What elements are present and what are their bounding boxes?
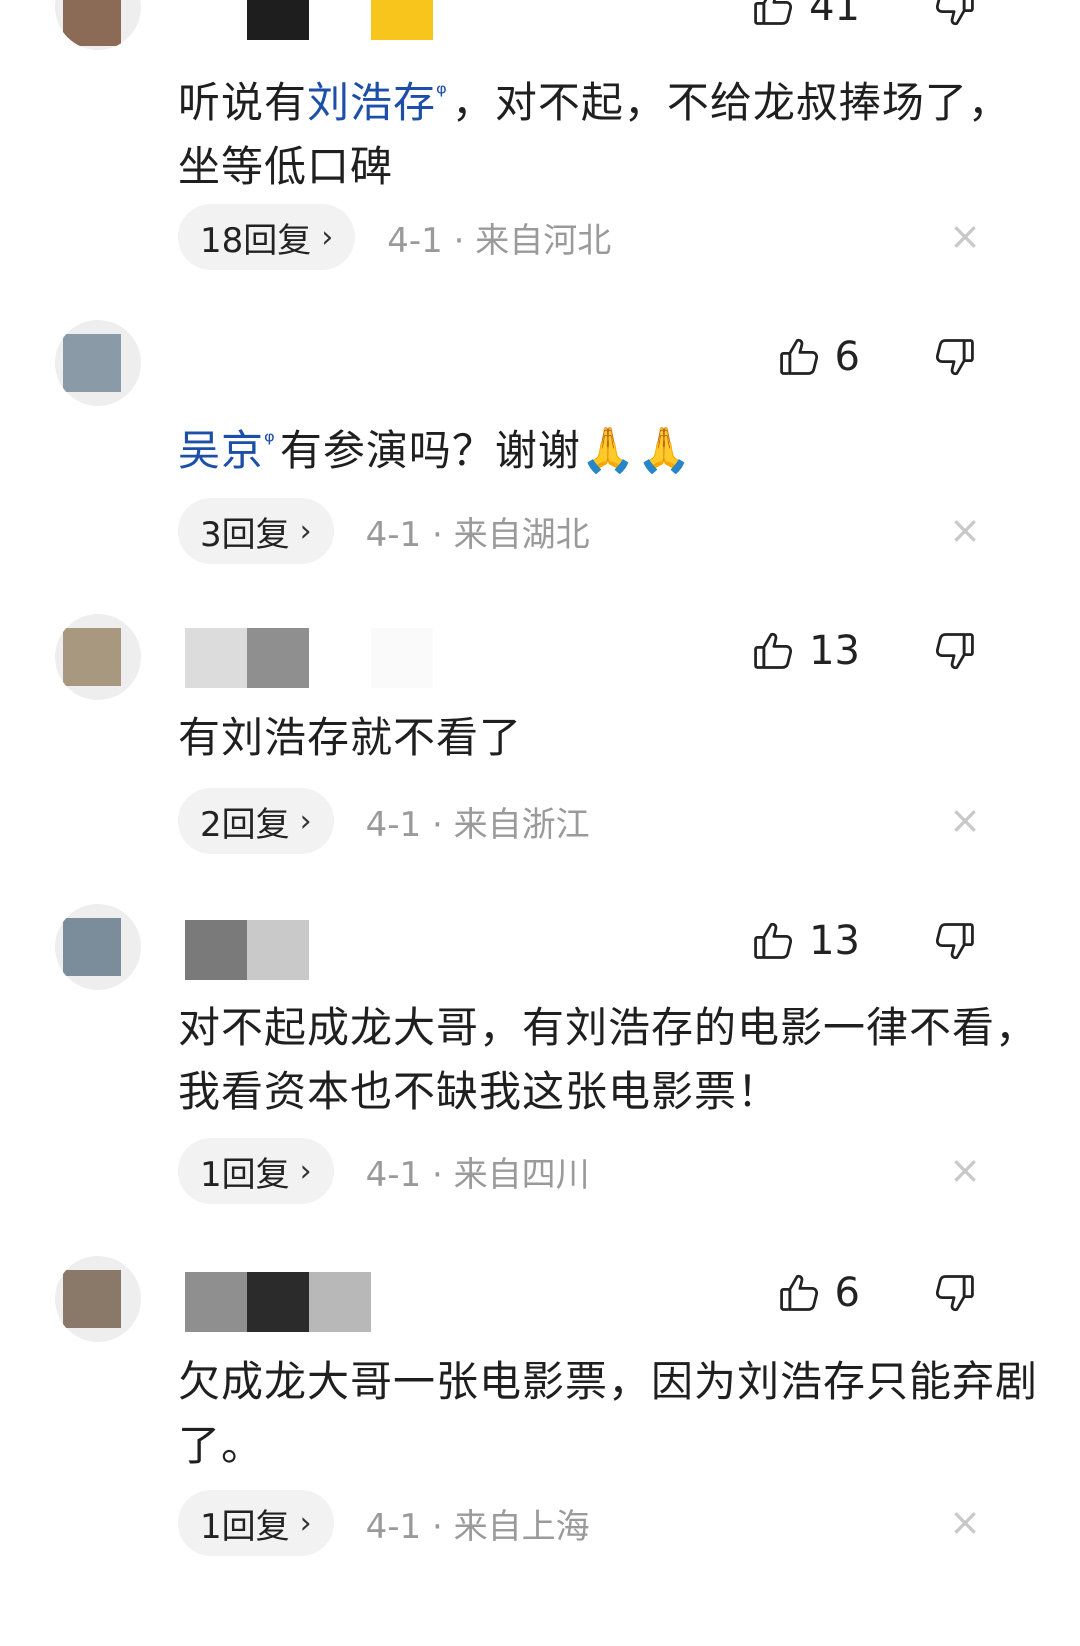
comment-text: 吴京ᵠ有参演吗？谢谢🙏🙏: [178, 410, 1038, 483]
replies-button[interactable]: 2回复 ›: [178, 788, 334, 854]
thumbs-up-icon: [751, 0, 795, 29]
comment-text: 欠成龙大哥一张电影票，因为刘浩存只能弃剧了。: [178, 1357, 1039, 1470]
username-redacted[interactable]: [185, 920, 309, 980]
dislike-button[interactable]: [930, 916, 980, 966]
chevron-right-icon: ›: [299, 513, 312, 549]
comment-meta: 1回复 › 4-1 · 来自上海: [178, 1490, 590, 1556]
username-redacted[interactable]: [185, 0, 433, 40]
thumbs-down-icon: [933, 629, 977, 673]
comment-text: 对不起成龙大哥，有刘浩存的电影一律不看，我看资本也不缺我这张电影票！: [178, 1003, 1039, 1116]
comment-text: 听说有刘浩存ᵠ，对不起，不给龙叔捧场了，坐等低口碑: [178, 78, 1011, 191]
dislike-button[interactable]: [930, 1268, 980, 1318]
pray-hands-emoji: 🙏🙏: [580, 425, 693, 476]
close-icon[interactable]: ×: [945, 798, 985, 842]
chevron-right-icon: ›: [299, 803, 312, 839]
thumbs-up-icon: [777, 1271, 821, 1315]
mention-link[interactable]: 吴京ᵠ: [178, 426, 280, 475]
thumbs-down-icon: [933, 919, 977, 963]
like-button[interactable]: 6: [777, 332, 860, 382]
replies-button[interactable]: 1回复 ›: [178, 1138, 334, 1204]
thumbs-up-icon: [751, 629, 795, 673]
dislike-button[interactable]: [930, 626, 980, 676]
close-icon[interactable]: ×: [945, 1148, 985, 1192]
comment-text: 有刘浩存就不看了: [178, 713, 523, 762]
search-icon: ᵠ: [436, 79, 448, 109]
avatar[interactable]: [55, 1256, 141, 1342]
like-button[interactable]: 13: [751, 916, 860, 966]
comment-meta: 3回复 › 4-1 · 来自湖北: [178, 498, 590, 564]
username-redacted[interactable]: [185, 628, 433, 688]
like-button[interactable]: 6: [777, 1268, 860, 1318]
avatar[interactable]: [55, 0, 141, 50]
date-location: 4-1 · 来自上海: [365, 1506, 590, 1547]
date-location: 4-1 · 来自河北: [387, 220, 612, 261]
close-icon[interactable]: ×: [945, 508, 985, 552]
avatar[interactable]: [55, 904, 141, 990]
date-location: 4-1 · 来自湖北: [365, 514, 590, 555]
thumbs-down-icon: [933, 0, 977, 29]
dislike-button[interactable]: [930, 0, 980, 32]
close-icon[interactable]: ×: [945, 214, 985, 258]
comment-meta: 2回复 › 4-1 · 来自浙江: [178, 788, 590, 854]
comment-meta: 1回复 › 4-1 · 来自四川: [178, 1138, 590, 1204]
replies-button[interactable]: 18回复 ›: [178, 204, 356, 270]
date-location: 4-1 · 来自四川: [365, 1154, 590, 1195]
like-button[interactable]: 41: [751, 0, 860, 32]
chevron-right-icon: ›: [299, 1153, 312, 1189]
chevron-right-icon: ›: [321, 219, 334, 255]
chevron-right-icon: ›: [299, 1505, 312, 1541]
mention-link[interactable]: 刘浩存ᵠ: [307, 78, 452, 127]
dislike-button[interactable]: [930, 332, 980, 382]
thumbs-up-icon: [777, 335, 821, 379]
avatar[interactable]: [55, 614, 141, 700]
date-location: 4-1 · 来自浙江: [365, 804, 590, 845]
thumbs-down-icon: [933, 1271, 977, 1315]
replies-button[interactable]: 1回复 ›: [178, 1490, 334, 1556]
replies-button[interactable]: 3回复 ›: [178, 498, 334, 564]
like-count: 41: [809, 0, 860, 30]
comment-meta: 18回复 › 4-1 · 来自河北: [178, 204, 611, 270]
like-count: 6: [834, 1270, 860, 1316]
like-count: 13: [809, 918, 860, 964]
search-icon: ᵠ: [264, 427, 276, 457]
like-button[interactable]: 13: [751, 626, 860, 676]
like-count: 13: [809, 628, 860, 674]
avatar[interactable]: [55, 320, 141, 406]
thumbs-up-icon: [751, 919, 795, 963]
thumbs-down-icon: [933, 335, 977, 379]
like-count: 6: [834, 334, 860, 380]
close-icon[interactable]: ×: [945, 1500, 985, 1544]
username-redacted[interactable]: [185, 1272, 371, 1332]
